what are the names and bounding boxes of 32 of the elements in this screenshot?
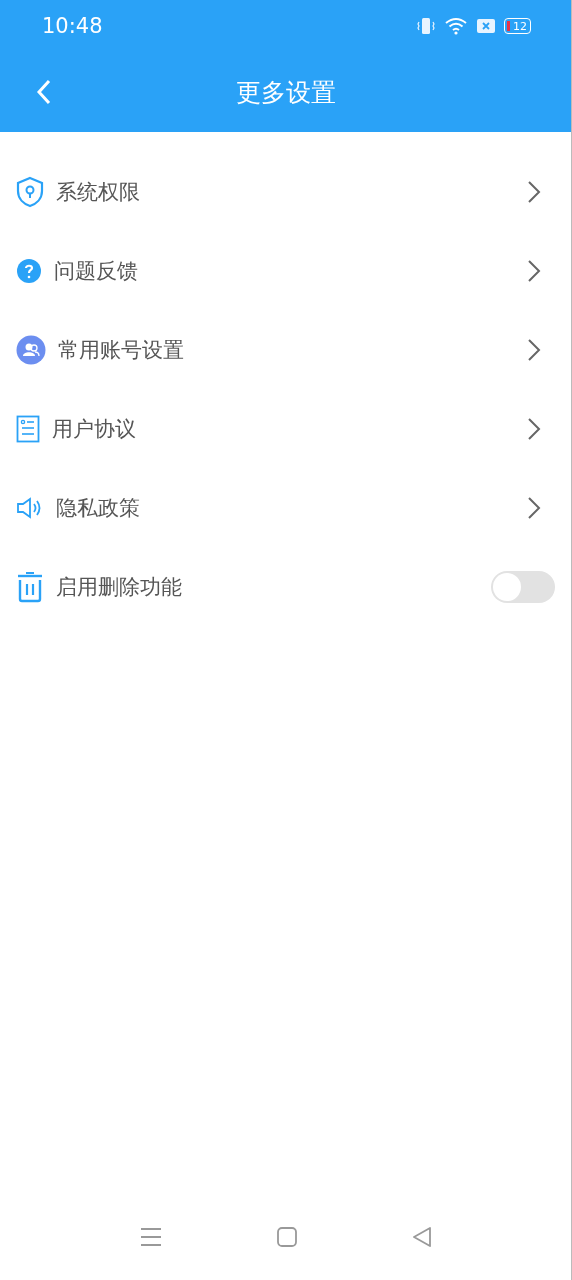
- trash-icon: [16, 570, 44, 603]
- toggle-switch[interactable]: [491, 570, 555, 603]
- settings-row[interactable]: 用户协议: [0, 389, 571, 468]
- page-title: 更多设置: [235, 77, 336, 107]
- settings-row[interactable]: 问题反馈: [0, 231, 571, 310]
- vibrate-icon: [416, 16, 436, 36]
- wifi-icon: [444, 16, 468, 36]
- settings-label: 启用删除功能: [56, 573, 183, 601]
- settings-label: 隐私政策: [56, 494, 141, 522]
- settings-row[interactable]: 常用账号设置: [0, 310, 571, 389]
- status-time: 10:48: [42, 14, 104, 38]
- question-icon: [16, 257, 42, 284]
- back-triangle-icon[interactable]: [411, 1227, 432, 1247]
- settings-row[interactable]: 系统权限: [0, 152, 571, 231]
- settings-label: 问题反馈: [54, 257, 139, 285]
- chevron-right-icon: [527, 337, 541, 362]
- no-sim-icon: [476, 18, 496, 34]
- document-icon: [16, 414, 40, 443]
- settings-label: 系统权限: [56, 178, 141, 206]
- settings-row[interactable]: 启用删除功能: [0, 547, 571, 626]
- chevron-right-icon: [527, 495, 541, 520]
- chevron-right-icon: [527, 416, 541, 441]
- battery-indicator: 12: [504, 18, 531, 34]
- people-icon: [16, 334, 46, 365]
- shield-icon: [16, 175, 44, 208]
- menu-icon[interactable]: [139, 1227, 162, 1247]
- chevron-right-icon: [527, 179, 541, 204]
- settings-label: 用户协议: [52, 415, 137, 443]
- chevron-right-icon: [527, 258, 541, 283]
- home-icon[interactable]: [276, 1227, 297, 1247]
- settings-label: 常用账号设置: [58, 336, 185, 364]
- settings-row[interactable]: 隐私政策: [0, 468, 571, 547]
